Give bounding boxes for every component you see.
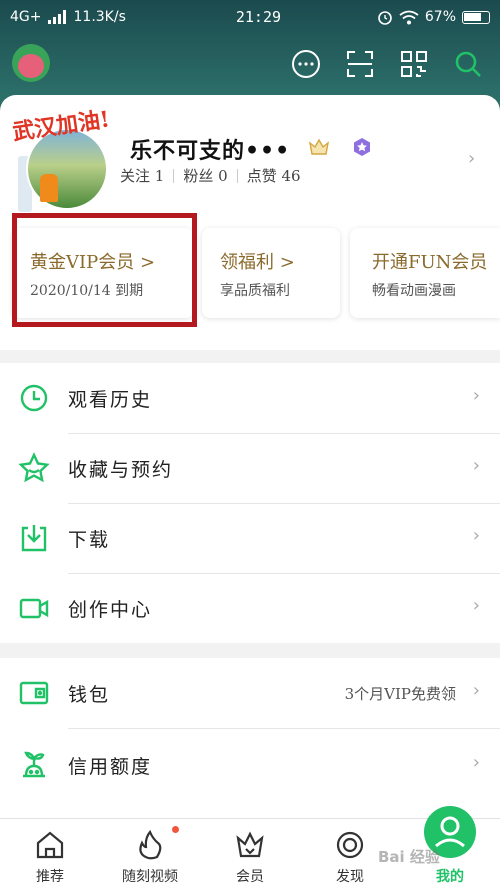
vip-card-benefits[interactable]: 领福利 > 享品质福利 <box>202 228 340 318</box>
net-speed: 11.3K/s <box>73 9 126 25</box>
wallet-promo-text: 3个月VIP免费领 <box>344 685 456 703</box>
status-time: 21:29 <box>235 8 282 26</box>
chevron-right-icon: › <box>472 680 480 701</box>
username[interactable]: 乐不可支的••• <box>130 133 290 165</box>
tab-label: 随刻视频 <box>122 869 178 885</box>
menu-item-wallet[interactable]: 钱包 3个月VIP免费领 › <box>0 658 500 728</box>
sprout-icon <box>23 751 45 778</box>
stat-fans-value[interactable]: 0 <box>218 167 228 185</box>
vip-card-title: 领福利 > <box>220 252 295 273</box>
divider <box>236 168 238 183</box>
menu-group-main: 观看历史 › 收藏与预约 › 下载 › 创作中心 › <box>0 363 500 643</box>
home-icon <box>36 831 64 859</box>
signal-icon <box>47 10 66 24</box>
tab-label: 发现 <box>336 869 364 885</box>
campaign-sticker[interactable]: 武汉加油! <box>11 106 127 212</box>
stat-follow-value[interactable]: 1 <box>155 167 165 185</box>
menu-item-label: 钱包 <box>68 684 111 706</box>
menu-item-credit[interactable]: 信用额度 › <box>0 730 500 800</box>
stat-likes-label[interactable]: 点赞 <box>247 165 277 186</box>
flame-icon <box>139 829 162 860</box>
status-left: 4G+ 11.3K/s <box>10 9 180 25</box>
menu-item-label: 创作中心 <box>68 599 153 621</box>
tab-label: 会员 <box>236 869 264 885</box>
profile-stats: 关注 1 粉丝 0 点赞 46 <box>120 165 301 186</box>
download-icon <box>21 525 47 552</box>
vip-card-subtitle: 享品质福利 <box>220 283 290 299</box>
tab-member[interactable]: 会员 <box>200 819 300 888</box>
menu-group-finance: 钱包 3个月VIP免费领 › 信用额度 › <box>0 658 500 818</box>
menu-item-label: 信用额度 <box>68 756 153 778</box>
watermark: Bai 经验 <box>378 848 440 866</box>
message-icon[interactable] <box>290 48 322 80</box>
level-badge-icon[interactable] <box>352 137 372 157</box>
menu-item-history[interactable]: 观看历史 › <box>0 363 500 433</box>
divider <box>173 168 175 183</box>
stat-likes-value[interactable]: 46 <box>281 167 300 185</box>
menu-item-label: 观看历史 <box>68 389 153 411</box>
vip-crown-icon[interactable] <box>308 137 330 157</box>
tab-video[interactable]: 随刻视频 <box>100 819 200 888</box>
wallet-icon <box>19 681 49 705</box>
chevron-right-icon: › <box>472 385 480 406</box>
camera-icon <box>19 598 49 619</box>
battery-icon <box>462 10 490 24</box>
clock-icon <box>20 384 48 412</box>
alarm-icon <box>378 11 392 25</box>
status-right: 67% <box>377 9 490 25</box>
menu-item-favorites[interactable]: 收藏与预约 › <box>0 433 500 503</box>
sticker-person <box>40 174 58 202</box>
search-icon[interactable] <box>452 48 484 80</box>
stat-fans-label[interactable]: 粉丝 <box>183 165 213 186</box>
divider <box>68 728 500 729</box>
battery-percent: 67% <box>424 9 456 25</box>
chevron-right-icon: › <box>472 752 480 773</box>
crown-icon <box>236 831 264 858</box>
highlight-box <box>12 213 197 327</box>
menu-item-download[interactable]: 下载 › <box>0 503 500 573</box>
network-label: 4G+ <box>10 9 42 25</box>
wifi-icon <box>399 10 419 24</box>
tab-label: 推荐 <box>36 869 64 885</box>
chevron-right-icon: › <box>472 525 480 546</box>
notification-dot <box>172 826 179 833</box>
vip-card-subtitle: 畅看动画漫画 <box>372 283 456 299</box>
status-bar: 4G+ 11.3K/s 21:29 67% <box>0 0 500 34</box>
menu-item-label: 收藏与预约 <box>68 459 174 481</box>
tab-label: 我的 <box>436 869 464 885</box>
stat-follow-label[interactable]: 关注 <box>120 165 150 186</box>
vip-card-fun[interactable]: 开通FUN会员 畅看动画漫画 <box>350 228 500 318</box>
discover-icon <box>336 831 364 859</box>
qrcode-icon[interactable] <box>398 48 430 80</box>
scan-icon[interactable] <box>344 48 376 80</box>
menu-item-creator[interactable]: 创作中心 › <box>0 573 500 643</box>
menu-item-label: 下载 <box>68 529 111 551</box>
top-nav <box>0 40 500 90</box>
chevron-right-icon: › <box>472 595 480 616</box>
star-icon <box>18 452 50 483</box>
vip-card-title: 开通FUN会员 <box>372 252 488 273</box>
tab-recommend[interactable]: 推荐 <box>0 819 100 888</box>
avatar[interactable] <box>12 44 50 82</box>
chevron-right-icon: › <box>472 455 480 476</box>
profile-chevron-icon[interactable]: › <box>468 148 475 169</box>
